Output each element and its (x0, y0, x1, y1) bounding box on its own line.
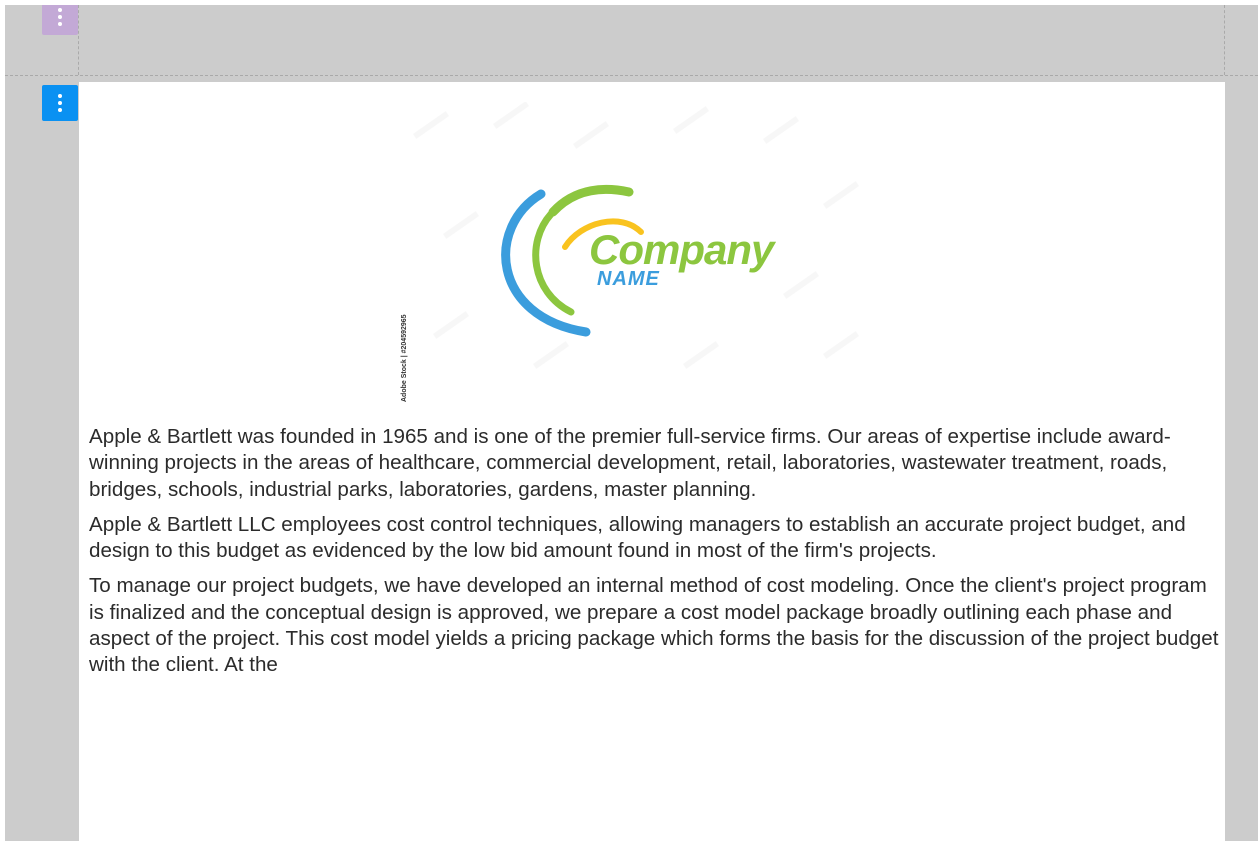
vertical-ellipsis-icon (58, 8, 62, 12)
logo-word: Company (589, 226, 774, 273)
paragraph: Apple & Bartlett LLC employees cost cont… (89, 512, 1186, 563)
vertical-ellipsis-icon (58, 94, 62, 98)
guide-line-left (78, 5, 79, 75)
active-section-handle[interactable] (42, 85, 78, 121)
text-body[interactable]: Apple & Bartlett was founded in 1965 and… (89, 424, 1219, 688)
previous-section-handle[interactable] (42, 5, 78, 35)
logo-subtitle: NAME (597, 268, 660, 290)
paragraph: Apple & Bartlett was founded in 1965 and… (89, 425, 1171, 501)
ellipsis-dot (58, 101, 62, 105)
ellipsis-dot (58, 22, 62, 26)
ellipsis-dot (58, 15, 62, 19)
stock-credit: Adobe Stock | #204592965 (401, 314, 408, 402)
editor-canvas: Company NAME Adobe Stock | #204592965 Ap… (5, 5, 1258, 841)
company-logo-image[interactable]: Company NAME Adobe Stock | #204592965 (381, 102, 887, 402)
content-block[interactable]: Company NAME Adobe Stock | #204592965 Ap… (79, 82, 1225, 841)
guide-line-right (1224, 5, 1225, 75)
ellipsis-dot (58, 108, 62, 112)
previous-section[interactable] (5, 5, 1258, 76)
paragraph: To manage our project budgets, we have d… (89, 574, 1219, 677)
